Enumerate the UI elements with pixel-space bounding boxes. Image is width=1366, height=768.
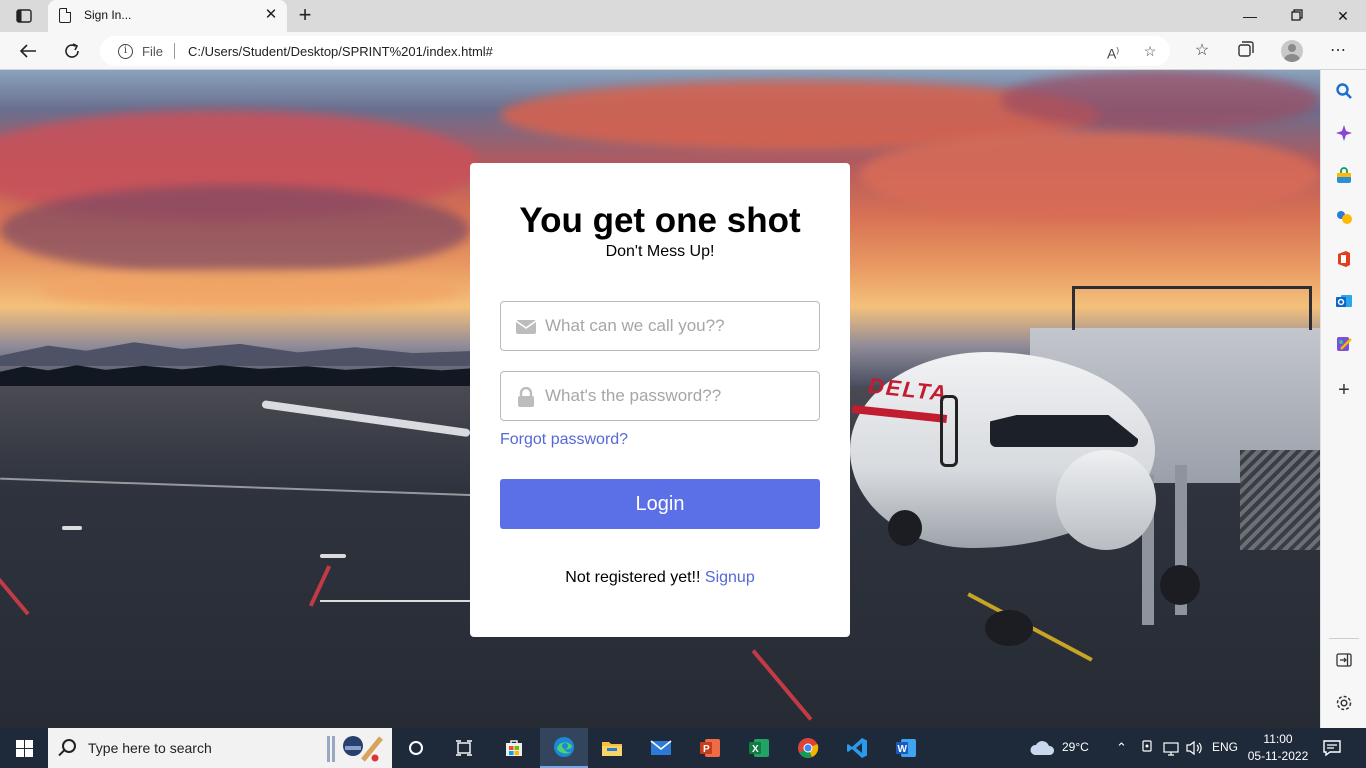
refresh-icon[interactable]: [59, 39, 85, 63]
tab-actions-icon[interactable]: [12, 6, 36, 26]
login-subtitle: Don't Mess Up!: [605, 243, 715, 260]
tab-title: Sign In...: [84, 8, 132, 22]
mail-icon[interactable]: [637, 728, 685, 768]
office-icon[interactable]: [1333, 250, 1355, 272]
envelope-icon: [515, 317, 537, 337]
profile-avatar[interactable]: [1281, 40, 1303, 62]
sky-cloud: [0, 185, 470, 275]
clock-time: 11:00: [1263, 732, 1293, 746]
meet-now-icon[interactable]: [1140, 740, 1154, 756]
boarding-stairs: [1240, 450, 1320, 550]
favorites-icon[interactable]: ☆: [1191, 40, 1213, 62]
settings-icon[interactable]: [1333, 694, 1355, 716]
volume-icon[interactable]: [1186, 740, 1204, 756]
login-card: You get one shot Don't Mess Up! Forgot p…: [470, 163, 850, 637]
tarmac-light: [62, 526, 82, 530]
aircraft-nose: [1056, 450, 1156, 550]
url-separator: [174, 43, 175, 59]
register-prompt-row: Not registered yet!! Signup: [470, 569, 850, 587]
minimize-icon[interactable]: —: [1238, 5, 1262, 27]
info-icon[interactable]: i: [118, 44, 133, 59]
network-icon[interactable]: [1162, 740, 1180, 756]
file-explorer-icon[interactable]: [588, 728, 636, 768]
designer-icon[interactable]: [1333, 335, 1355, 357]
forgot-password-link[interactable]: Forgot password?: [500, 431, 628, 449]
games-icon[interactable]: [1333, 208, 1355, 230]
powerpoint-icon[interactable]: P: [686, 728, 734, 768]
tarmac-line: [320, 600, 470, 602]
signup-link[interactable]: Signup: [705, 569, 755, 586]
restore-icon[interactable]: [1285, 5, 1309, 27]
mountains: [0, 342, 480, 366]
shopping-icon[interactable]: [1333, 167, 1355, 189]
collections-icon[interactable]: [1235, 40, 1257, 62]
taskbar-search-placeholder: Type here to search: [88, 740, 212, 756]
task-view-icon[interactable]: [440, 728, 488, 768]
username-input[interactable]: [545, 302, 813, 350]
close-window-icon[interactable]: ✕: [1331, 5, 1355, 27]
back-icon[interactable]: [15, 39, 41, 63]
login-button[interactable]: Login: [500, 479, 820, 529]
show-hidden-icons-icon[interactable]: ⌃: [1116, 740, 1127, 756]
jet-bridge-railing: [1072, 286, 1312, 330]
new-tab-icon[interactable]: +: [294, 4, 316, 26]
url-scheme-label: File: [142, 44, 163, 59]
read-aloud-icon[interactable]: A): [1103, 42, 1123, 62]
weather-temperature[interactable]: 29°C: [1062, 740, 1089, 754]
hide-sidebar-icon[interactable]: [1333, 652, 1355, 674]
taskbar-search-box[interactable]: Type here to search: [48, 728, 392, 768]
browser-tab[interactable]: Sign In... ✕: [48, 0, 287, 32]
username-field[interactable]: [500, 301, 820, 351]
tarmac-light: [320, 554, 346, 558]
weather-cloud-icon[interactable]: [1028, 738, 1056, 758]
address-bar[interactable]: i File C:/Users/Student/Desktop/SPRINT%2…: [100, 36, 1170, 66]
browser-titlebar: Sign In... ✕ + — ✕: [0, 0, 1366, 32]
aircraft-door: [940, 395, 958, 467]
windows-start-icon[interactable]: [0, 728, 48, 768]
search-icon[interactable]: [1333, 82, 1355, 104]
document-icon: [59, 8, 71, 23]
lock-icon: [515, 386, 537, 407]
sky-cloud: [1000, 70, 1320, 130]
edge-icon[interactable]: [540, 728, 588, 768]
copilot-icon[interactable]: [1333, 124, 1355, 146]
add-icon[interactable]: +: [1333, 379, 1355, 401]
landing-gear: [888, 510, 922, 546]
vscode-icon[interactable]: [833, 728, 881, 768]
close-tab-icon[interactable]: ✕: [262, 6, 280, 24]
landing-gear: [985, 610, 1033, 646]
landing-gear: [1160, 565, 1200, 605]
address-toolbar: i File C:/Users/Student/Desktop/SPRINT%2…: [0, 32, 1366, 70]
store-icon[interactable]: [490, 728, 538, 768]
taskbar-clock[interactable]: 11:00 05-11-2022: [1244, 731, 1312, 765]
svg-text:W: W: [898, 744, 908, 755]
sidebar-divider: [1329, 638, 1359, 639]
url-text[interactable]: C:/Users/Student/Desktop/SPRINT%201/inde…: [188, 44, 493, 59]
page-viewport: DELTA You get one shot Don't Mess Up! Fo…: [0, 70, 1320, 728]
word-icon[interactable]: W: [882, 728, 930, 768]
outlook-icon[interactable]: [1333, 292, 1355, 314]
language-indicator[interactable]: ENG: [1212, 740, 1238, 754]
search-glass-icon: [62, 739, 76, 753]
notifications-icon[interactable]: [1322, 738, 1342, 758]
password-input[interactable]: [545, 372, 813, 420]
password-field[interactable]: [500, 371, 820, 421]
sky-cloud: [860, 130, 1320, 220]
clock-date: 05-11-2022: [1247, 749, 1309, 763]
svg-text:X: X: [752, 744, 759, 755]
register-prompt: Not registered yet!!: [565, 569, 701, 586]
more-icon[interactable]: ⋯: [1327, 40, 1349, 62]
svg-text:P: P: [703, 744, 710, 755]
cricket-doodle-icon: [327, 736, 383, 762]
windows-taskbar: Type here to search P X W 29°C ⌃ ENG 11:…: [0, 728, 1366, 768]
login-title: You get one shot: [519, 201, 801, 240]
excel-icon[interactable]: X: [735, 728, 783, 768]
chrome-icon[interactable]: [784, 728, 832, 768]
cortana-icon[interactable]: [392, 728, 440, 768]
sky-cloud: [40, 270, 460, 310]
add-favorite-icon[interactable]: ☆: [1140, 42, 1160, 60]
edge-sidebar: +: [1320, 70, 1366, 728]
